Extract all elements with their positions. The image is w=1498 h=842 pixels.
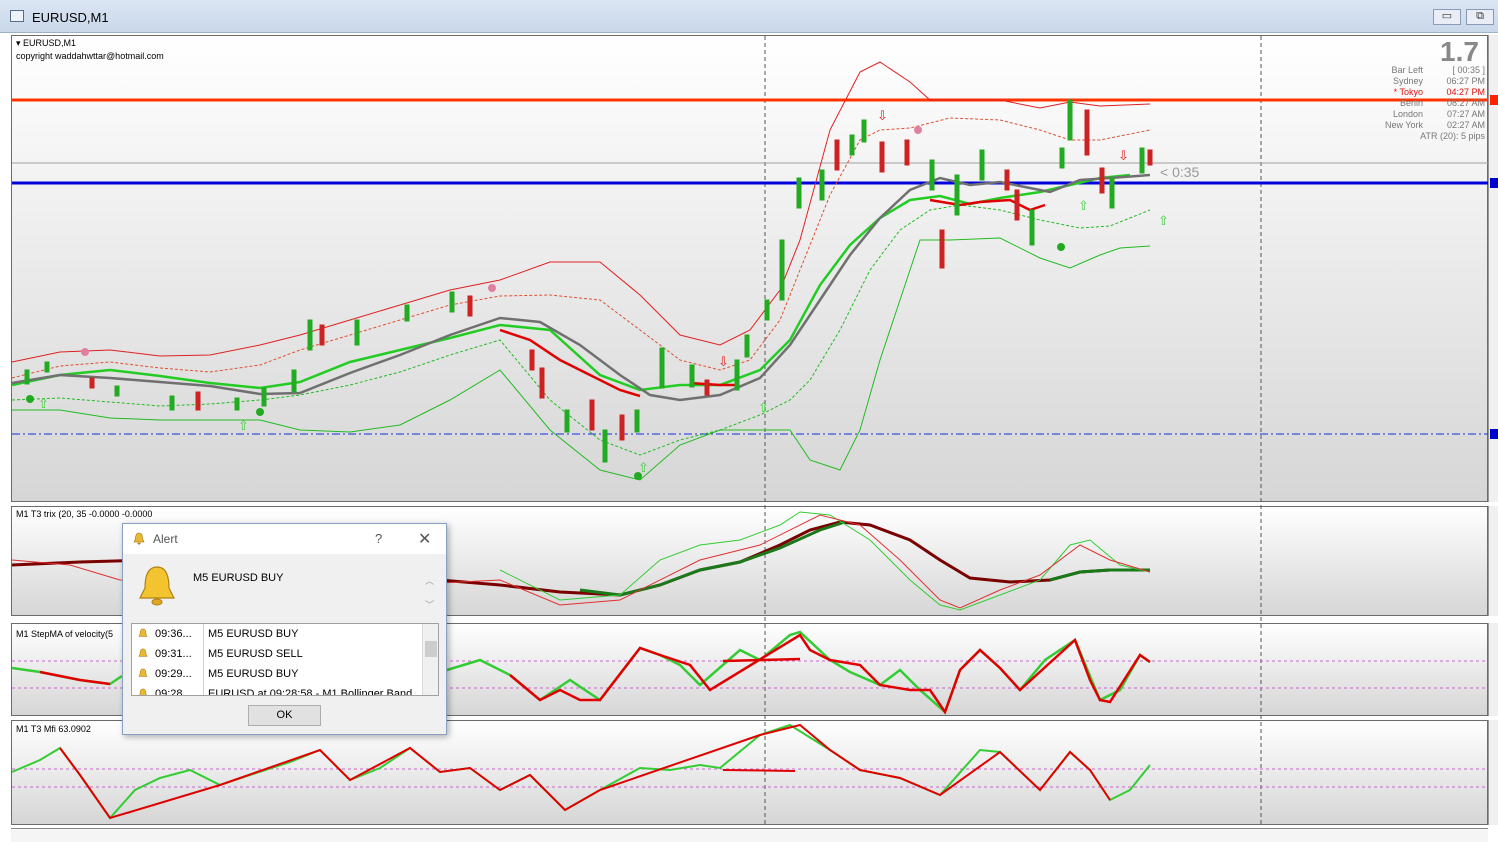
- big-value: 1.7: [1440, 36, 1479, 67]
- alert-dialog[interactable]: Alert ? ✕ M5 EURUSD BUY ︿ ﹀ 09:36... M5 …: [122, 523, 447, 735]
- green-ma: [11, 173, 1131, 392]
- list-item-message: M5 EURUSD SELL: [208, 648, 303, 660]
- atr-value: ATR (20): 5 pips: [1420, 131, 1485, 141]
- session-name: * Tokyo: [1393, 87, 1423, 97]
- scrollbar-thumb[interactable]: [425, 641, 437, 657]
- session-row-london: London 07:27 AM: [1370, 109, 1485, 120]
- list-item-message: EURUSD at 09:28:58 - M1 Bollinger Band: [208, 688, 413, 696]
- session-row-new-york: New York 02:27 AM: [1370, 120, 1485, 131]
- help-button[interactable]: ?: [375, 531, 382, 546]
- list-item[interactable]: 09:29... M5 EURUSD BUY: [132, 664, 422, 684]
- session-value: 02:27 AM: [1446, 120, 1485, 130]
- list-item-time: 09:36...: [155, 628, 192, 640]
- list-scrollbar[interactable]: [422, 624, 438, 695]
- session-value: [ 00:35 ]: [1452, 65, 1485, 75]
- large-bell-icon: [139, 566, 175, 606]
- session-name: Sydney: [1392, 76, 1423, 86]
- mfi-label: M1 T3 Mfi 63.0902: [16, 724, 91, 734]
- alert-title: Alert: [153, 532, 178, 546]
- session-row-berlin: Berlin 08:27 AM: [1370, 98, 1485, 109]
- list-item-message: M5 EURUSD BUY: [208, 628, 299, 640]
- bell-icon: [139, 688, 147, 695]
- svg-text:⇧: ⇧: [238, 419, 249, 434]
- session-name: Bar Left: [1391, 65, 1423, 75]
- svg-text:⇧: ⇧: [758, 401, 769, 416]
- svg-text:⇧: ⇧: [1158, 214, 1169, 229]
- svg-text:⇧: ⇧: [638, 461, 649, 476]
- stepma-label: M1 StepMA of velocity(5: [16, 629, 114, 639]
- session-row-bar-left: Bar Left [ 00:35 ]: [1370, 65, 1485, 76]
- svg-text:⇧: ⇧: [38, 397, 49, 412]
- session-name: New York: [1384, 120, 1423, 130]
- upper-band: [11, 61, 1151, 363]
- trix-label: M1 T3 trix (20, 35 -0.0000 -0.0000: [16, 509, 153, 519]
- alert-titlebar[interactable]: Alert ? ✕: [123, 524, 446, 554]
- bar-countdown: < 0:35: [1160, 164, 1200, 180]
- close-button[interactable]: ✕: [418, 529, 431, 549]
- scroll-up-icon[interactable]: ︿: [425, 574, 434, 587]
- list-item-time: 09:29...: [155, 668, 192, 680]
- session-value: 06:27 PM: [1446, 76, 1485, 86]
- list-item[interactable]: 09:31... M5 EURUSD SELL: [132, 644, 422, 664]
- svg-text:⇧: ⇧: [1078, 199, 1089, 214]
- gray-ma: [11, 173, 1151, 402]
- list-item-message: M5 EURUSD BUY: [208, 668, 299, 680]
- alert-history-list[interactable]: 09:36... M5 EURUSD BUY 09:31... M5 EURUS…: [131, 623, 439, 696]
- atr-row: ATR (20): 5 pips: [1370, 131, 1485, 142]
- symbol-label: ▾ EURUSD,M1: [16, 38, 77, 48]
- copyright-label: copyright waddahwttar@hotmail.com: [16, 51, 164, 61]
- svg-text:⇩: ⇩: [718, 355, 729, 370]
- bell-icon: [133, 532, 145, 545]
- symbol-label-text: EURUSD,M1: [23, 38, 77, 48]
- session-name: Berlin: [1399, 98, 1423, 108]
- scroll-down-icon[interactable]: ﹀: [425, 598, 434, 611]
- session-row-tokyo: * Tokyo 04:27 PM: [1370, 87, 1485, 98]
- session-clock: Bar Left [ 00:35 ] Sydney 06:27 PM * Tokyo…: [1370, 65, 1485, 142]
- svg-text:⇩: ⇩: [877, 109, 888, 124]
- alert-message: M5 EURUSD BUY: [193, 572, 284, 584]
- bell-icon: [138, 648, 148, 657]
- bell-icon: [138, 628, 148, 637]
- svg-text:⇩: ⇩: [1118, 149, 1129, 164]
- list-item[interactable]: 09:36... M5 EURUSD BUY: [132, 624, 422, 644]
- session-name: London: [1392, 109, 1423, 119]
- session-value: 08:27 AM: [1446, 98, 1485, 108]
- alert-message-area: M5 EURUSD BUY ︿ ﹀: [123, 554, 446, 618]
- session-value: 07:27 AM: [1446, 109, 1485, 119]
- session-row-sydney: Sydney 06:27 PM: [1370, 76, 1485, 87]
- list-item-time: 09:28...: [155, 688, 192, 696]
- list-item-time: 09:31...: [155, 648, 192, 660]
- candles: [24, 99, 1153, 463]
- list-item[interactable]: 09:28... EURUSD at 09:28:58 - M1 Bolling…: [132, 684, 422, 696]
- bell-icon: [138, 668, 148, 677]
- session-value: 04:27 PM: [1446, 87, 1485, 97]
- ok-button[interactable]: OK: [248, 705, 321, 726]
